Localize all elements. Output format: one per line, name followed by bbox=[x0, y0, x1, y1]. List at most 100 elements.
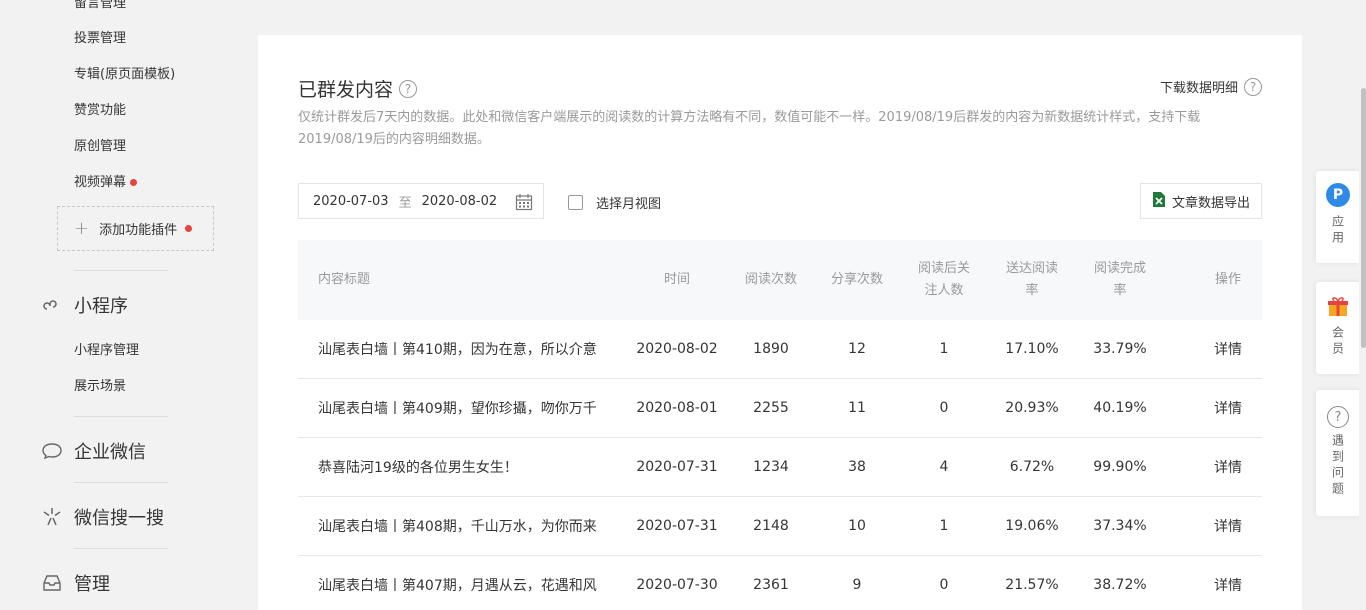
row-follows: 1 bbox=[939, 518, 949, 534]
row-time: 2020-07-30 bbox=[636, 577, 718, 593]
month-view-checkbox[interactable]: 选择月视图 bbox=[568, 193, 661, 212]
row-shares: 11 bbox=[848, 400, 866, 416]
row-time: 2020-07-31 bbox=[636, 518, 718, 534]
chat-bubble-icon bbox=[40, 439, 64, 463]
apps-float-button[interactable]: P 应用 bbox=[1316, 171, 1360, 263]
gift-icon bbox=[1327, 296, 1349, 322]
row-deliver-rate: 21.57% bbox=[1005, 577, 1059, 593]
row-complete-rate: 37.34% bbox=[1093, 518, 1147, 534]
header-complete-rate: 阅读完成率 bbox=[1093, 261, 1146, 298]
divider bbox=[74, 270, 168, 271]
row-deliver-rate: 17.10% bbox=[1005, 341, 1059, 357]
divider bbox=[74, 482, 168, 483]
sidebar-item-vote[interactable]: 投票管理 bbox=[74, 27, 126, 46]
header-op: 操作 bbox=[1214, 272, 1241, 287]
row-detail-link[interactable]: 详情 bbox=[1184, 320, 1272, 378]
miniprogram-icon bbox=[40, 293, 64, 317]
sidebar-section-label: 微信搜一搜 bbox=[74, 508, 164, 529]
row-time: 2020-08-02 bbox=[636, 341, 718, 357]
row-complete-rate: 38.72% bbox=[1093, 577, 1147, 593]
row-follows: 4 bbox=[939, 459, 949, 475]
header-title: 内容标题 bbox=[318, 272, 371, 287]
table-row[interactable]: 汕尾表白墙丨第408期，千山万水，为你而来 2020-07-31 2148 10 1 19… bbox=[298, 497, 1262, 556]
row-reads: 2361 bbox=[753, 577, 789, 593]
download-details-link[interactable]: 下载数据明细 ? bbox=[1160, 77, 1262, 96]
row-shares: 38 bbox=[848, 459, 866, 475]
help-icon[interactable]: ? bbox=[1244, 77, 1262, 96]
row-time: 2020-07-31 bbox=[636, 459, 718, 475]
content-table: 内容标题 时间 阅读次数 分享次数 阅读后关注人数 送达阅读率 阅读完成率 操作… bbox=[298, 240, 1262, 610]
sidebar-item-reward[interactable]: 赞赏功能 bbox=[74, 99, 126, 118]
apps-badge-icon: P bbox=[1326, 183, 1350, 207]
row-complete-rate: 40.19% bbox=[1093, 400, 1147, 416]
sidebar-section-label: 企业微信 bbox=[74, 442, 146, 463]
sidebar-item-album[interactable]: 专辑(原页面模板) bbox=[74, 63, 175, 82]
row-reads: 1890 bbox=[753, 341, 789, 357]
table-row[interactable]: 恭喜陆河19级的各位男生女生！ 2020-07-31 1234 38 4 6.72% 99.… bbox=[298, 438, 1262, 497]
divider bbox=[74, 416, 168, 417]
row-deliver-rate: 19.06% bbox=[1005, 518, 1059, 534]
add-plugin-button[interactable]: + 添加功能插件 bbox=[57, 206, 214, 251]
row-reads: 2255 bbox=[753, 400, 789, 416]
row-title[interactable]: 汕尾表白墙丨第408期，千山万水，为你而来 bbox=[318, 497, 638, 555]
row-follows: 0 bbox=[939, 400, 949, 416]
sidebar-item-original[interactable]: 原创管理 bbox=[74, 135, 126, 154]
row-title[interactable]: 汕尾表白墙丨第410期，因为在意，所以介意 bbox=[318, 320, 638, 378]
table-row[interactable]: 汕尾表白墙丨第409期，望你珍攝，吻你万千 2020-08-01 2255 11 0 20… bbox=[298, 379, 1262, 438]
sidebar-section-label: 小程序 bbox=[74, 296, 128, 317]
scrollbar-thumb[interactable] bbox=[1361, 88, 1366, 348]
row-title[interactable]: 汕尾表白墙丨第407期，月遇从云，花遇和风 bbox=[318, 556, 638, 610]
problem-float-button[interactable]: ? 遇到问题 bbox=[1316, 390, 1360, 516]
header-time: 时间 bbox=[663, 272, 690, 287]
row-detail-link[interactable]: 详情 bbox=[1184, 497, 1272, 555]
date-range-picker[interactable]: 2020-07-03 至 2020-08-02 bbox=[298, 183, 544, 219]
notification-dot bbox=[130, 179, 138, 186]
member-float-button[interactable]: 会员 bbox=[1316, 282, 1360, 374]
question-icon: ? bbox=[1327, 406, 1349, 428]
table-row[interactable]: 汕尾表白墙丨第410期，因为在意，所以介意 2020-08-02 1890 12 1 17… bbox=[298, 320, 1262, 379]
sidebar-section-miniprogram[interactable]: 小程序 bbox=[40, 292, 128, 318]
sidebar-item-label: 视频弹幕 bbox=[74, 175, 127, 190]
row-reads: 2148 bbox=[753, 518, 789, 534]
sidebar-section-manage[interactable]: 管理 bbox=[40, 570, 110, 596]
date-end: 2020-08-02 bbox=[421, 193, 498, 209]
checkbox-box[interactable] bbox=[568, 195, 583, 210]
member-label: 会员 bbox=[1330, 326, 1345, 358]
add-plugin-label: 添加功能插件 bbox=[99, 223, 178, 238]
table-header: 内容标题 时间 阅读次数 分享次数 阅读后关注人数 送达阅读率 阅读完成率 操作 bbox=[298, 240, 1262, 320]
page-title-text: 已群发内容 bbox=[298, 79, 394, 101]
row-complete-rate: 99.90% bbox=[1093, 459, 1147, 475]
row-title[interactable]: 恭喜陆河19级的各位男生女生！ bbox=[318, 438, 638, 496]
row-title[interactable]: 汕尾表白墙丨第409期，望你珍攝，吻你万千 bbox=[318, 379, 638, 437]
help-icon[interactable]: ? bbox=[399, 79, 418, 98]
sidebar-section-wework[interactable]: 企业微信 bbox=[40, 438, 146, 464]
sidebar-item-display-scene[interactable]: 展示场景 bbox=[74, 375, 126, 394]
row-time: 2020-08-01 bbox=[636, 400, 718, 416]
row-detail-link[interactable]: 详情 bbox=[1184, 379, 1272, 437]
row-shares: 12 bbox=[848, 341, 866, 357]
table-row[interactable]: 汕尾表白墙丨第407期，月遇从云，花遇和风 2020-07-30 2361 9 0 21.… bbox=[298, 556, 1262, 610]
calendar-icon bbox=[515, 193, 533, 215]
export-article-data-button[interactable]: 文章数据导出 bbox=[1140, 183, 1262, 219]
row-detail-link[interactable]: 详情 bbox=[1184, 438, 1272, 496]
date-separator: 至 bbox=[398, 195, 412, 211]
header-shares: 分享次数 bbox=[830, 272, 883, 287]
row-follows: 0 bbox=[939, 577, 949, 593]
row-follows: 1 bbox=[939, 341, 949, 357]
notification-dot bbox=[185, 225, 193, 232]
main-panel: 已群发内容 ? 下载数据明细 ? 仅统计群发后7天内的数据。此处和微信客户端展示… bbox=[258, 35, 1302, 610]
header-reads: 阅读次数 bbox=[744, 272, 797, 287]
sidebar-section-search[interactable]: 微信搜一搜 bbox=[40, 504, 164, 530]
sidebar-item-miniprogram-manage[interactable]: 小程序管理 bbox=[74, 339, 139, 358]
row-deliver-rate: 20.93% bbox=[1005, 400, 1059, 416]
sparkle-icon bbox=[40, 505, 64, 529]
divider bbox=[74, 548, 168, 549]
page-title: 已群发内容 ? bbox=[298, 75, 418, 102]
plus-icon: + bbox=[74, 218, 90, 239]
sidebar-item-video-danmaku[interactable]: 视频弹幕 bbox=[74, 171, 138, 190]
apps-label: 应用 bbox=[1330, 215, 1345, 247]
date-start: 2020-07-03 bbox=[313, 193, 389, 209]
sidebar-item-comments[interactable]: 留言管理 bbox=[74, 0, 126, 11]
export-label: 文章数据导出 bbox=[1171, 195, 1250, 211]
row-detail-link[interactable]: 详情 bbox=[1184, 556, 1272, 610]
